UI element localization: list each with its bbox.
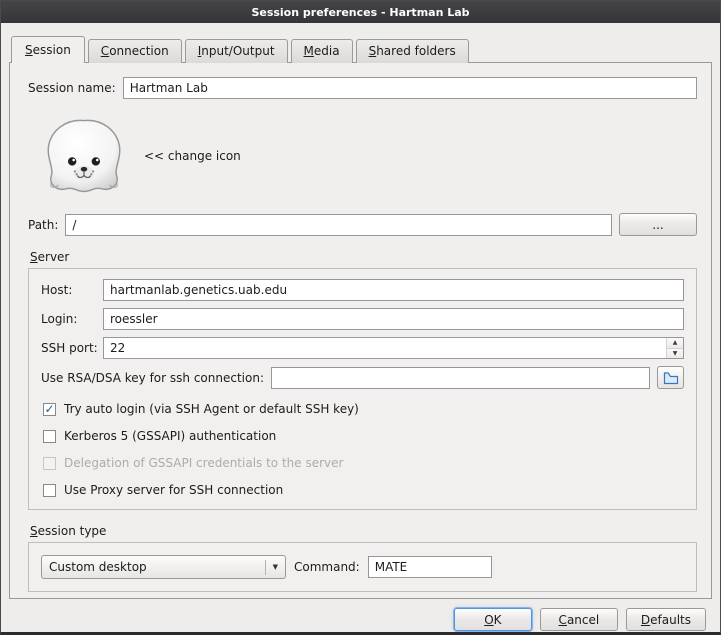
dialog-body: Session Connection Input/Output Media Sh… <box>1 23 720 631</box>
rsa-key-label: Use RSA/DSA key for ssh connection: <box>41 371 264 385</box>
check-icon: ✓ <box>44 404 54 414</box>
tab-input-output[interactable]: Input/Output <box>185 39 288 63</box>
spin-up-button[interactable]: ▲ <box>667 338 683 348</box>
server-group: Server Host: Login: SSH port: <box>28 250 697 510</box>
session-icon-row: << change icon <box>38 115 699 197</box>
spin-down-icon: ▼ <box>673 350 678 357</box>
auto-login-label: Try auto login (via SSH Agent or default… <box>64 402 359 416</box>
proxy-label: Use Proxy server for SSH connection <box>64 483 283 497</box>
folder-open-icon <box>663 371 679 385</box>
ssh-port-label: SSH port: <box>41 341 103 355</box>
kerberos-row: Kerberos 5 (GSSAPI) authentication <box>43 429 684 443</box>
command-input[interactable] <box>368 556 492 578</box>
kerberos-label: Kerberos 5 (GSSAPI) authentication <box>64 429 276 443</box>
rsa-key-browse-button[interactable] <box>657 366 684 389</box>
combo-separator <box>265 560 266 575</box>
ok-button[interactable]: OK <box>454 608 532 631</box>
dropdown-arrow-icon: ▼ <box>273 563 278 571</box>
path-row: Path: ... <box>28 213 697 236</box>
tab-media[interactable]: Media <box>291 39 353 63</box>
session-type-value: Custom desktop <box>49 560 261 574</box>
gssapi-delegation-row: Delegation of GSSAPI credentials to the … <box>43 456 684 470</box>
kerberos-checkbox[interactable] <box>43 430 56 443</box>
session-icon-button[interactable] <box>38 116 130 196</box>
cancel-button[interactable]: Cancel <box>540 608 618 631</box>
path-input[interactable] <box>65 214 612 236</box>
session-name-row: Session name: <box>28 77 697 99</box>
server-group-label: Server <box>30 250 69 264</box>
ssh-port-input[interactable] <box>104 338 666 358</box>
spin-up-icon: ▲ <box>673 339 678 346</box>
host-row: Host: <box>41 279 684 301</box>
tab-bar: Session Connection Input/Output Media Sh… <box>9 23 712 63</box>
session-tab-page: Session name: <box>9 62 712 599</box>
tab-shared-folders[interactable]: Shared folders <box>356 39 469 63</box>
button-row: OK Cancel Defaults <box>9 599 712 631</box>
session-type-group-label: Session type <box>30 524 106 538</box>
session-name-input[interactable] <box>123 77 697 99</box>
server-frame: Host: Login: SSH port: ▲ ▼ <box>28 268 697 510</box>
host-label: Host: <box>41 283 103 297</box>
proxy-checkbox[interactable] <box>43 484 56 497</box>
seal-mascot-icon <box>38 116 130 196</box>
session-type-group: Session type Custom desktop ▼ Command: <box>28 524 697 592</box>
ssh-port-spinbox: ▲ ▼ <box>103 337 684 359</box>
rsa-key-row: Use RSA/DSA key for ssh connection: <box>41 366 684 389</box>
session-preferences-window: Session preferences - Hartman Lab Sessio… <box>0 0 721 635</box>
command-label: Command: <box>294 560 360 574</box>
path-label: Path: <box>28 218 58 232</box>
browse-path-button[interactable]: ... <box>619 213 697 236</box>
spin-buttons: ▲ ▼ <box>666 338 683 358</box>
login-row: Login: <box>41 308 684 330</box>
spin-down-button[interactable]: ▼ <box>667 348 683 359</box>
rsa-key-input[interactable] <box>271 367 650 389</box>
titlebar[interactable]: Session preferences - Hartman Lab <box>1 1 720 23</box>
login-label: Login: <box>41 312 103 326</box>
session-type-frame: Custom desktop ▼ Command: <box>28 542 697 592</box>
auto-login-checkbox[interactable]: ✓ <box>43 403 56 416</box>
login-input[interactable] <box>103 308 684 330</box>
proxy-row: Use Proxy server for SSH connection <box>43 483 684 497</box>
defaults-button[interactable]: Defaults <box>626 608 706 631</box>
auto-login-row: ✓ Try auto login (via SSH Agent or defau… <box>43 402 684 416</box>
host-input[interactable] <box>103 279 684 301</box>
session-name-label: Session name: <box>28 81 116 95</box>
window-title: Session preferences - Hartman Lab <box>251 6 469 19</box>
tab-session[interactable]: Session <box>11 36 85 63</box>
gssapi-delegation-checkbox <box>43 457 56 470</box>
tab-connection[interactable]: Connection <box>88 39 182 63</box>
change-icon-label[interactable]: << change icon <box>144 149 241 163</box>
session-type-dropdown[interactable]: Custom desktop ▼ <box>41 555 286 579</box>
gssapi-delegation-label: Delegation of GSSAPI credentials to the … <box>64 456 343 470</box>
ssh-port-row: SSH port: ▲ ▼ <box>41 337 684 359</box>
